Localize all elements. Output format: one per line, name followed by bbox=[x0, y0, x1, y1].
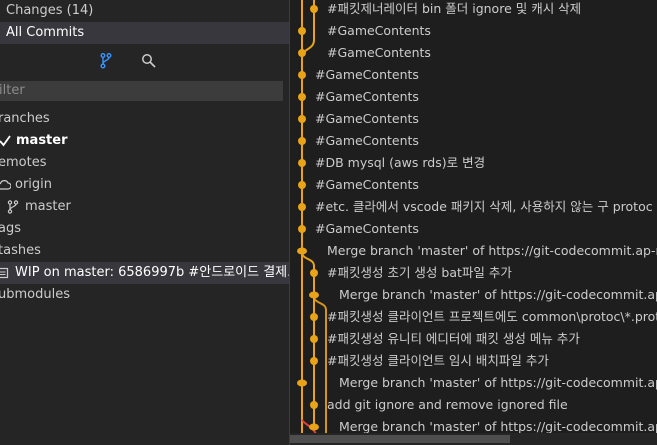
commit-row[interactable]: Merge branch 'master' of https://git-cod… bbox=[339, 372, 657, 394]
check-icon bbox=[0, 135, 11, 147]
commit-row[interactable]: #GameContents bbox=[315, 86, 419, 108]
remote-origin-label: origin bbox=[15, 177, 53, 192]
changes-label: Changes (14) bbox=[6, 3, 94, 18]
submodules-label: ubmodules bbox=[0, 287, 70, 302]
tags-header[interactable]: ags bbox=[0, 218, 289, 240]
all-commits-label: All Commits bbox=[6, 25, 85, 40]
stash-item[interactable]: WIP on master: 6586997b #안드로이드 결제... bbox=[0, 262, 289, 284]
stashes-label: tashes bbox=[0, 243, 41, 258]
commit-row[interactable]: #etc. 클라에서 vscode 패키지 삭제, 사용하지 않는 구 prot… bbox=[315, 196, 657, 218]
branch-master-label: master bbox=[16, 133, 68, 148]
commit-row[interactable]: #패킷생성 클라이언트 프로젝트에도 common\protoc\*.proto bbox=[327, 306, 657, 328]
commit-row[interactable]: #패킷제너레이터 bin 폴더 ignore 및 캐시 삭제 bbox=[327, 0, 581, 20]
commit-row[interactable]: #GameContents bbox=[327, 42, 431, 64]
commit-row[interactable]: #GameContents bbox=[315, 130, 419, 152]
tags-label: ags bbox=[0, 221, 21, 236]
commit-row[interactable]: Merge branch 'master' of https://git-cod… bbox=[339, 284, 657, 306]
remote-branch-master-item[interactable]: master bbox=[0, 196, 289, 218]
scrollbar-thumb[interactable] bbox=[290, 435, 510, 443]
branches-header[interactable]: ranches bbox=[0, 108, 289, 130]
filter-placeholder: ilter bbox=[0, 83, 25, 98]
commit-row[interactable]: #GameContents bbox=[315, 174, 419, 196]
remotes-label: emotes bbox=[0, 155, 47, 170]
stash-icon bbox=[0, 267, 9, 279]
commit-row[interactable]: #GameContents bbox=[315, 108, 419, 130]
commit-graph-panel: #패킷제너레이터 bin 폴더 ignore 및 캐시 삭제 #GameCont… bbox=[290, 0, 657, 445]
commit-row[interactable]: #패킷생성 유니티 에디터에 패킷 생성 메뉴 추가 bbox=[327, 328, 580, 350]
changes-view-item[interactable]: Changes (14) bbox=[0, 0, 289, 22]
all-commits-view-item[interactable]: All Commits bbox=[0, 22, 289, 44]
branch-master-item[interactable]: master bbox=[0, 130, 289, 152]
horizontal-scrollbar[interactable] bbox=[290, 433, 657, 445]
commit-row[interactable]: #패킷생성 초기 생성 bat파일 추가 bbox=[327, 262, 512, 284]
commit-row[interactable]: #DB mysql (aws rds)로 변경 bbox=[315, 152, 485, 174]
branch-icon[interactable] bbox=[97, 52, 115, 70]
submodules-header[interactable]: ubmodules bbox=[0, 284, 289, 306]
remote-origin-item[interactable]: origin bbox=[0, 174, 289, 196]
branches-label: ranches bbox=[0, 111, 50, 126]
remotes-header[interactable]: emotes bbox=[0, 152, 289, 174]
commit-row[interactable]: #GameContents bbox=[315, 64, 419, 86]
commit-row[interactable]: Merge branch 'master' of https://git-cod… bbox=[327, 240, 657, 262]
stash-label: WIP on master: 6586997b #안드로이드 결제... bbox=[15, 265, 289, 280]
commit-row[interactable]: #GameContents bbox=[315, 218, 419, 240]
remote-master-label: master bbox=[25, 199, 71, 214]
stashes-header[interactable]: tashes bbox=[0, 240, 289, 262]
branch-icon bbox=[7, 200, 19, 214]
filter-input[interactable]: ilter bbox=[0, 81, 283, 101]
commit-row[interactable]: add git ignore and remove ignored file bbox=[327, 394, 568, 416]
search-icon[interactable] bbox=[140, 52, 158, 70]
commit-row[interactable]: #GameContents bbox=[327, 20, 431, 42]
sidebar-toolbar bbox=[0, 47, 289, 75]
commit-row[interactable]: #패킷생성 클라이언트 임시 배치파일 추가 bbox=[327, 350, 549, 372]
cloud-icon bbox=[0, 180, 11, 190]
source-control-sidebar: Changes (14) All Commits ilter ranches m… bbox=[0, 0, 289, 445]
